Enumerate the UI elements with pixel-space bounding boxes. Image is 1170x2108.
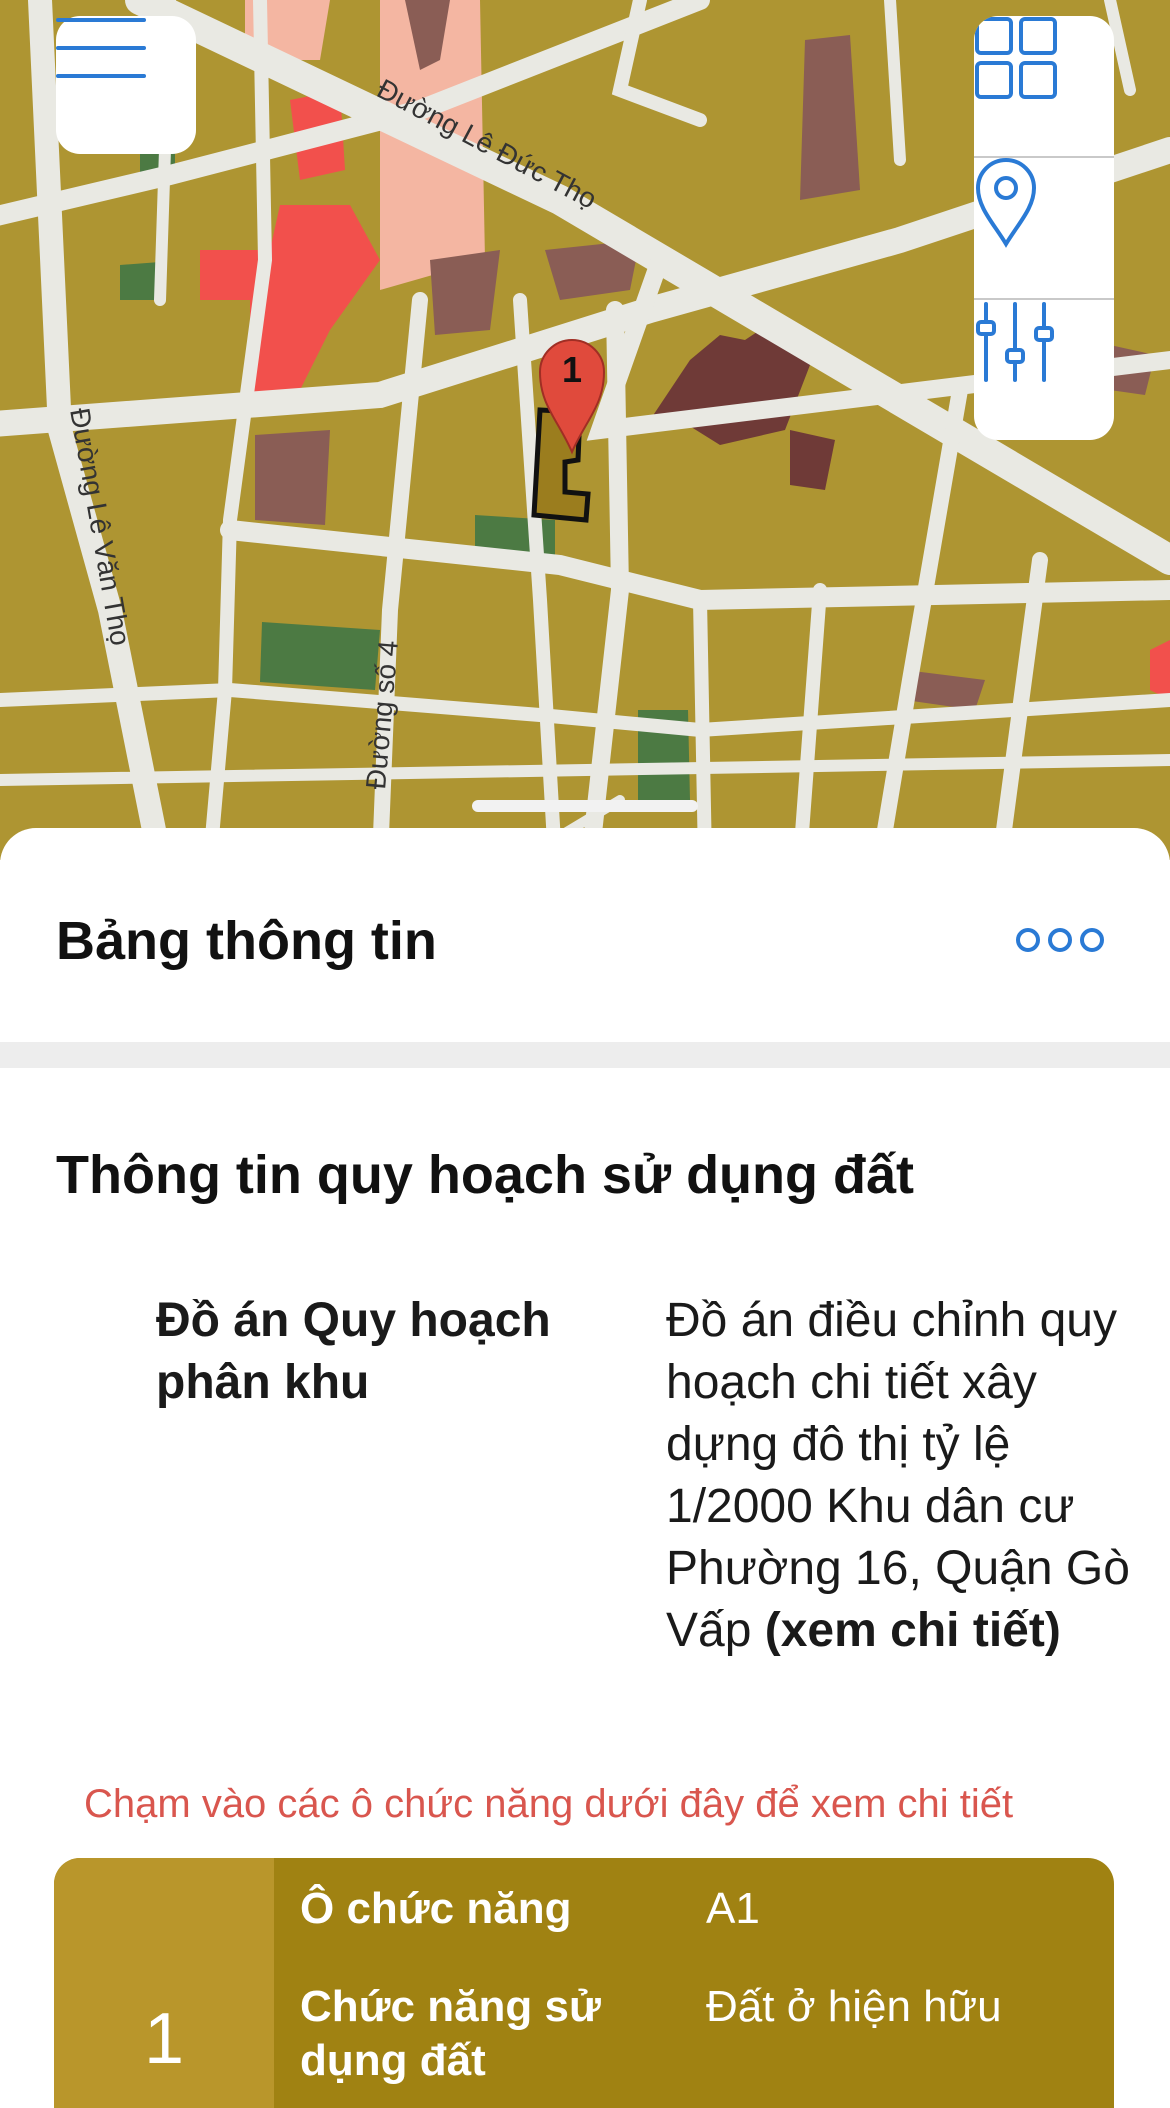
sliders-icon [976, 302, 1054, 382]
more-options-icon [1048, 928, 1072, 952]
view-detail-link[interactable]: (xem chi tiết) [765, 1604, 1061, 1657]
function-card[interactable]: 1 Ô chức năng A1 Chức năng sử dụng đất Đ… [54, 1858, 1114, 2108]
green-zone [260, 622, 380, 690]
more-options-icon [1080, 928, 1104, 952]
public-zone [430, 250, 500, 335]
layers-button[interactable] [974, 16, 1114, 156]
drag-handle[interactable] [472, 800, 698, 812]
plan-value: Đồ án điều chỉnh quy hoạch chi tiết xây … [666, 1290, 1136, 1662]
public-zone [255, 430, 330, 525]
function-code-label: Ô chức năng [300, 1884, 572, 1933]
map-view[interactable]: Đường Lê Đức Thọ Đường Lê Văn Thọ Đường … [0, 0, 1170, 860]
plan-label: Đồ án Quy hoạch phân khu [156, 1294, 551, 1409]
grid-layers-icon [975, 17, 1057, 99]
sheet-title: Bảng thông tin [56, 911, 437, 971]
section-title: Thông tin quy hoạch sử dụng đất [56, 1145, 915, 1205]
location-pin-icon [975, 158, 1037, 248]
filter-button[interactable] [974, 300, 1114, 440]
more-options-button[interactable] [1016, 920, 1104, 960]
public-zone [800, 35, 860, 200]
marker-number: 1 [562, 349, 582, 390]
info-sheet: Bảng thông tin Thông tin quy hoạch sử dụ… [0, 828, 1170, 2108]
section-divider [0, 1042, 1170, 1068]
green-zone [120, 262, 160, 300]
function-code-value: A1 [706, 1884, 760, 1933]
hint-text: Chạm vào các ô chức năng dưới đây để xem… [84, 1782, 1014, 1826]
hamburger-menu-icon [56, 18, 146, 78]
land-use-value: Đất ở hiện hữu [706, 1982, 1002, 2031]
map-tool-group [974, 16, 1114, 440]
card-index: 1 [143, 1999, 185, 2079]
menu-button[interactable] [56, 16, 196, 154]
plan-description: Đồ án điều chỉnh quy hoạch chi tiết xây … [666, 1294, 1130, 1657]
commercial-zone [1150, 640, 1170, 700]
public-zone [790, 430, 835, 490]
land-use-label: Chức năng sử dụng đất [300, 1982, 601, 2085]
more-options-icon [1016, 928, 1040, 952]
commercial-zone [200, 205, 380, 395]
location-button[interactable] [974, 158, 1114, 298]
